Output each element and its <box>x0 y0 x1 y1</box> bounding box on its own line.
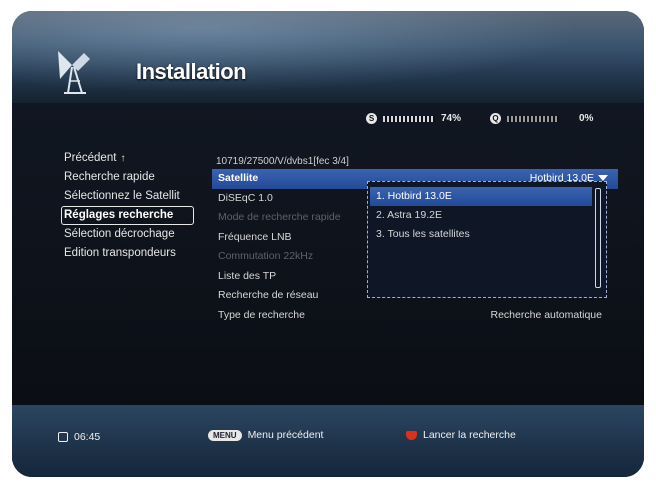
setting-label: Satellite <box>218 172 259 184</box>
setting-label: DiSEqC 1.0 <box>218 191 273 204</box>
quality-bar <box>507 115 559 122</box>
red-key-icon <box>406 430 417 440</box>
strength-badge-icon: S <box>366 113 377 124</box>
header-glow <box>12 11 644 103</box>
menu-key-hint[interactable]: MENU Menu précédent <box>208 429 323 441</box>
footer-bar: 06:45 MENU Menu précédent Lancer la rech… <box>12 405 644 477</box>
setting-value: Recherche automatique <box>490 308 603 321</box>
menu-item-label: Recherche rapide <box>64 171 155 183</box>
menu-item-recherche-rapide[interactable]: Recherche rapide <box>64 168 214 187</box>
satellite-option-3[interactable]: 3. Tous les satellites <box>370 225 592 244</box>
menu-item-label: Réglages recherche <box>64 209 174 221</box>
setting-label: Recherche de réseau <box>218 289 319 301</box>
strength-bar <box>383 115 435 122</box>
clock-icon <box>58 432 68 442</box>
red-key-hint[interactable]: Lancer la recherche <box>406 429 516 441</box>
quality-badge-icon: Q <box>490 113 501 124</box>
menu-item-label: Sélection décrochage <box>64 228 175 240</box>
strength-value: 74% <box>441 113 462 124</box>
clock-time: 06:45 <box>74 431 101 443</box>
menu-item-selection-decrochage[interactable]: Sélection décrochage <box>64 225 214 244</box>
setting-label: Mode de recherche rapide <box>218 211 341 223</box>
satellite-option-1[interactable]: 1. Hotbird 13.0E <box>370 187 592 206</box>
signal-strength: S 74% <box>366 113 461 124</box>
side-menu: Précédent ↑ Recherche rapide Sélectionnez… <box>61 149 214 263</box>
header-banner: Installation <box>12 11 644 103</box>
setting-label: Liste des TP <box>218 269 277 282</box>
up-arrow-icon: ↑ <box>120 153 126 164</box>
menu-item-label: Précédent <box>64 152 117 164</box>
menu-item-precedent[interactable]: Précédent ↑ <box>64 149 214 168</box>
menu-item-reglages-recherche[interactable]: Réglages recherche <box>61 206 214 225</box>
setting-label: Commutation 22kHz <box>218 250 314 262</box>
setting-label: Fréquence LNB <box>218 230 292 243</box>
menu-key-label: Menu précédent <box>247 429 324 441</box>
menu-item-label: Sélectionnez le Satellit <box>64 190 180 202</box>
setting-row-type-recherche[interactable]: Type de recherche Recherche automatique <box>212 306 618 326</box>
menu-item-selection-satellite[interactable]: Sélectionnez le Satellit <box>64 187 214 206</box>
menu-item-edition-transpondeurs[interactable]: Edition transpondeurs <box>64 244 214 263</box>
setting-label: Type de recherche <box>218 308 305 321</box>
satellite-dropdown: 1. Hotbird 13.0E 2. Astra 19.2E 3. Tous … <box>367 181 607 298</box>
clock: 06:45 <box>58 431 100 443</box>
menu-item-label: Edition transpondeurs <box>64 247 176 259</box>
page-title: Installation <box>136 59 247 84</box>
satellite-options: 1. Hotbird 13.0E 2. Astra 19.2E 3. Tous … <box>370 187 592 244</box>
satellite-option-2[interactable]: 2. Astra 19.2E <box>370 206 592 225</box>
transponder-path: 10719/27500/V/dvbs1[fec 3/4] <box>216 156 349 167</box>
red-key-label: Lancer la recherche <box>423 429 516 441</box>
dropdown-scrollbar[interactable] <box>595 188 601 288</box>
screen: Installation S 74% Q 0% Précédent ↑ Reche… <box>0 0 656 487</box>
tv-frame: Installation S 74% Q 0% Précédent ↑ Reche… <box>12 11 644 477</box>
satellite-dish-icon <box>58 51 90 94</box>
quality-value: 0% <box>579 113 594 124</box>
signal-quality: Q 0% <box>490 113 593 124</box>
menu-key-icon: MENU <box>208 429 242 441</box>
